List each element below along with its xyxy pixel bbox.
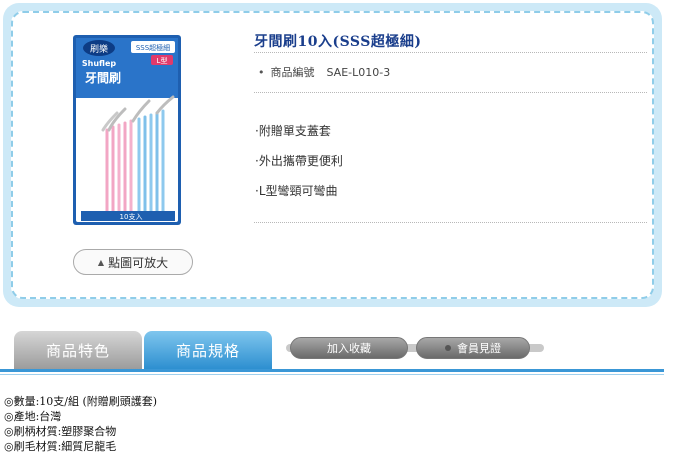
divider	[254, 222, 647, 223]
feature-item: ·外出攜帶更便利	[255, 154, 343, 168]
package-name-text: 牙間刷	[85, 71, 121, 85]
member-testimonials-button[interactable]: 會員見證	[416, 337, 530, 359]
triangle-up-icon: ▲	[97, 257, 105, 267]
product-image[interactable]: 刷樂 Shuflep 牙間刷 SSS超極細 L型 10支入	[73, 35, 181, 225]
type-text: L型	[157, 56, 168, 65]
spec-item: ◎刷柄材質:塑膠聚合物	[4, 425, 117, 438]
spec-item: ◎數量:10支/組 (附贈刷頭護套)	[4, 395, 158, 408]
brand-en-text: Shuflep	[82, 59, 117, 68]
spec-item: ◎產地:台灣	[4, 410, 62, 423]
add-to-favorites-button[interactable]: 加入收藏	[290, 337, 408, 359]
count-text: 10支入	[120, 212, 143, 221]
feature-item: ·L型彎頸可彎曲	[255, 184, 338, 198]
product-code-label: 商品編號	[270, 66, 315, 79]
divider	[254, 92, 647, 93]
tab-specs[interactable]: 商品規格	[144, 331, 272, 369]
dot-icon	[445, 345, 451, 351]
zoom-button-label: 點圖可放大	[108, 255, 169, 270]
spec-item: ◎刷毛材質:細質尼龍毛	[4, 440, 117, 453]
product-code-value: SAE-L010-3	[326, 66, 391, 79]
feature-item: ·附贈單支蓋套	[255, 124, 331, 138]
size-text: SSS超極細	[136, 43, 170, 52]
product-title: 牙間刷10入(SSS超極細)	[254, 34, 422, 50]
add-to-favorites-label: 加入收藏	[327, 342, 371, 355]
spec-list: ◎數量:10支/組 (附贈刷頭護套) ◎產地:台灣 ◎刷柄材質:塑膠聚合物 ◎刷…	[4, 394, 157, 454]
product-code-row: • 商品編號 SAE-L010-3	[258, 64, 390, 80]
zoom-button[interactable]: ▲ 點圖可放大	[73, 249, 193, 275]
tab-features[interactable]: 商品特色	[14, 331, 142, 369]
tab-underline	[0, 369, 664, 372]
bullet-icon: •	[258, 66, 265, 79]
divider	[254, 52, 647, 53]
member-testimonials-label: 會員見證	[457, 342, 501, 355]
tab-underline-light	[0, 374, 664, 375]
brand-text: 刷樂	[90, 43, 108, 55]
